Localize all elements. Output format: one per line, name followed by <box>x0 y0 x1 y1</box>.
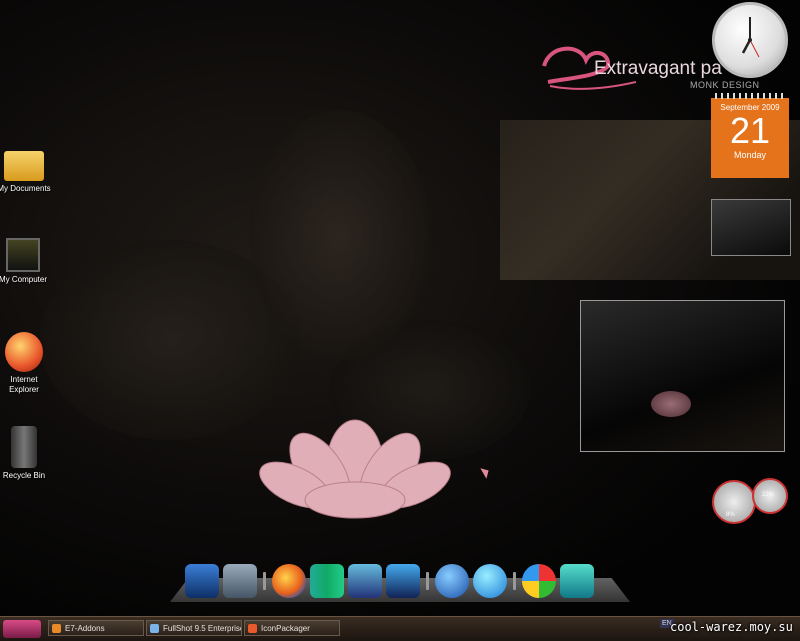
computer-monitor-icon <box>6 238 40 272</box>
windows-icon[interactable] <box>522 564 556 598</box>
desktop-icon-my-documents[interactable]: My Documents <box>0 145 59 194</box>
wallpaper-leaf <box>250 110 430 360</box>
watermark: cool-warez.moy.su <box>670 620 793 634</box>
desktop-icon-label: Internet Explorer <box>9 375 39 394</box>
calendar-weekday: Monday <box>733 150 767 160</box>
internet-explorer-icon <box>5 332 43 372</box>
firefox-icon[interactable] <box>272 564 306 598</box>
clock-gadget[interactable] <box>712 2 788 78</box>
app-icon <box>52 624 61 633</box>
desktop-icon-internet-explorer[interactable]: Internet Explorer <box>0 332 59 395</box>
mouse-cursor <box>480 465 492 479</box>
cpu-meter-gadget[interactable]: 8% 22% <box>710 478 790 528</box>
lotus-flower <box>259 419 451 519</box>
dock-separator <box>426 572 429 590</box>
recycle-bin-icon <box>11 426 37 468</box>
help-icon[interactable] <box>435 564 469 598</box>
bookmark-icon[interactable] <box>386 564 420 598</box>
taskbar-button-iconpackager[interactable]: IconPackager <box>244 620 340 636</box>
dock <box>185 562 594 598</box>
media-player-icon[interactable] <box>185 564 219 598</box>
app-icon <box>248 624 257 633</box>
app-icon <box>150 624 159 633</box>
wallpaper-logo: Extravagant pa MONK DESIGN <box>540 42 759 99</box>
taskbar-button-label: FullShot 9.5 Enterprise <box>163 624 242 633</box>
calendar-day: 21 <box>729 110 771 151</box>
dock-separator <box>263 572 266 590</box>
notes-icon[interactable] <box>348 564 382 598</box>
taskbar-button-label: E7-Addons <box>65 624 105 633</box>
preview-lotus <box>651 391 691 417</box>
taskbar-button-fullshot[interactable]: FullShot 9.5 Enterprise <box>146 620 242 636</box>
desktop-icon-label: My Documents <box>0 184 51 193</box>
folder-documents-icon <box>4 151 44 181</box>
meter-value-left: 8% <box>726 512 735 518</box>
calendar-gadget[interactable]: September 2009 21 Monday <box>711 93 789 178</box>
drive-icon[interactable] <box>223 564 257 598</box>
desktop-icon-recycle-bin[interactable]: Recycle Bin <box>0 426 59 481</box>
meter-value-right: 22% <box>762 492 775 498</box>
desktop-icon-label: Recycle Bin <box>2 471 46 480</box>
calendar-rings <box>715 93 785 99</box>
taskbar-button-e7-addons[interactable]: E7-Addons <box>48 620 144 636</box>
photo-icon[interactable] <box>560 564 594 598</box>
clock-face-icon <box>741 17 760 58</box>
desktop-icon-my-computer[interactable]: My Computer <box>0 238 58 285</box>
start-button[interactable] <box>3 620 41 638</box>
desktop[interactable]: My Documents My Computer Internet Explor… <box>0 0 800 641</box>
windows-media-player-icon[interactable] <box>473 564 507 598</box>
logo-title: Extravagant pa <box>594 58 722 79</box>
library-icon[interactable] <box>310 564 344 598</box>
logo-subtitle: MONK DESIGN <box>690 80 760 90</box>
wallpaper-preview-gadget[interactable] <box>580 300 785 452</box>
taskbar-button-label: IconPackager <box>261 624 310 633</box>
slideshow-gadget[interactable] <box>711 199 791 256</box>
desktop-icon-label: My Computer <box>0 275 47 284</box>
dock-separator <box>513 572 516 590</box>
